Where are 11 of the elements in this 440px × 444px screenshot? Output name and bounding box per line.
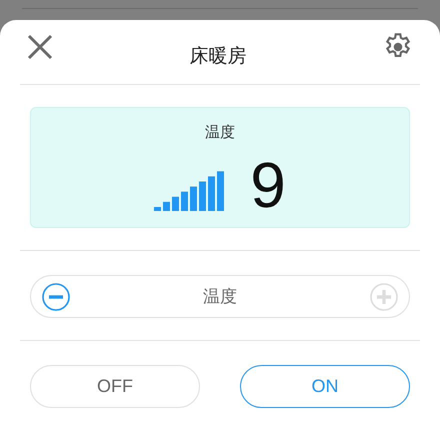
dialog-title: 床暖房 [190,44,246,69]
power-button[interactable]: OFF [30,365,200,408]
close-icon [27,34,53,60]
close-button[interactable] [25,32,55,62]
temperature-value: 9 [250,152,286,216]
temperature-label: 温度 [205,123,235,143]
power-button[interactable]: ON [240,365,410,408]
minus-button[interactable] [41,282,71,312]
minus-icon [41,282,71,312]
plus-icon [369,282,399,312]
stepper-label: 温度 [203,286,237,308]
